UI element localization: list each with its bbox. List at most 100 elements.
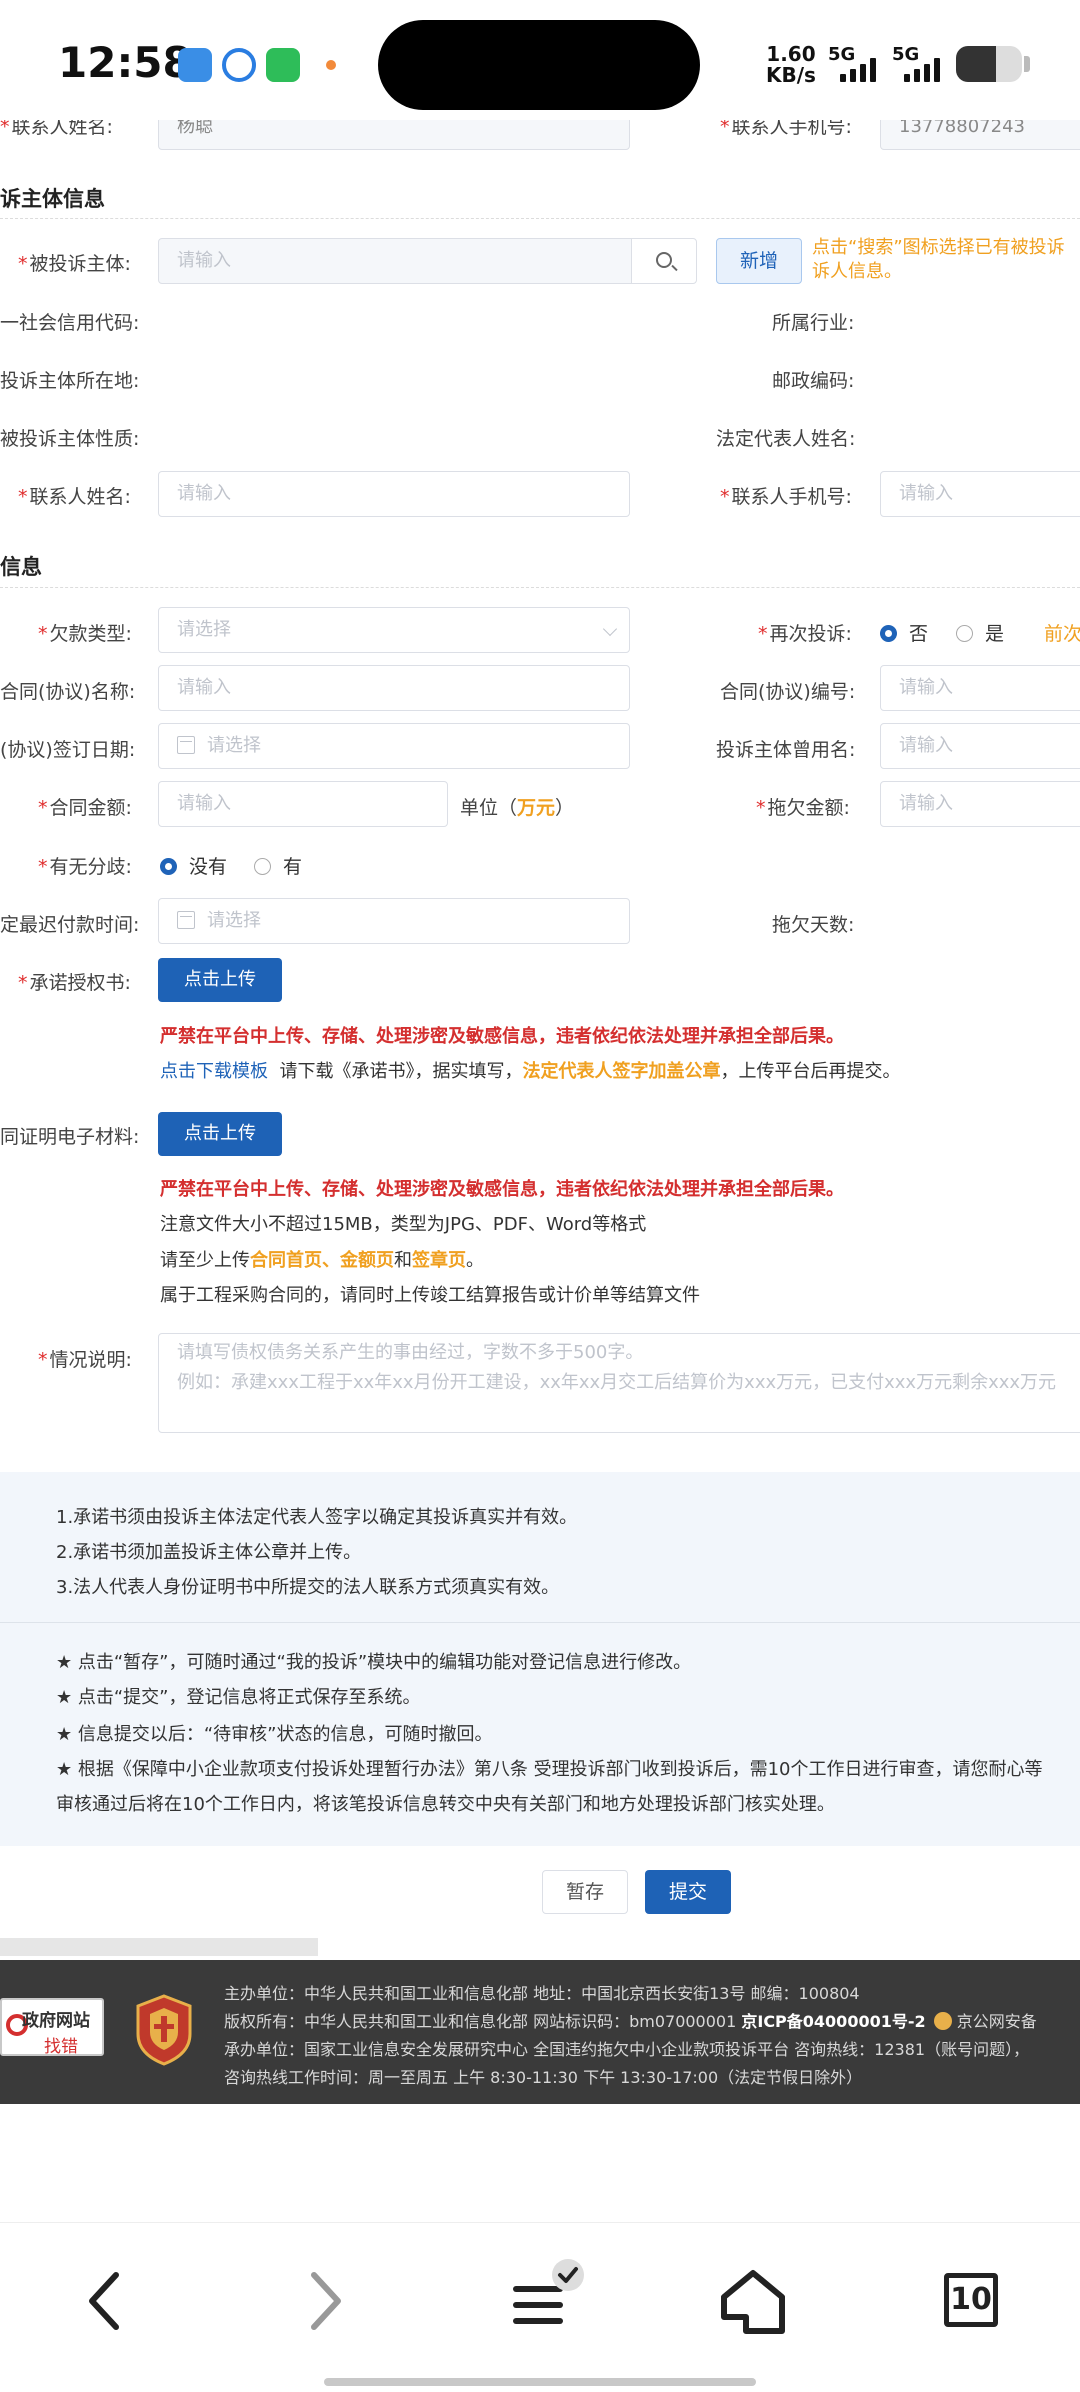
section-divider [0,587,1080,588]
tabs-button[interactable]: 10 [944,2273,998,2327]
contact-name-label: * 联系人姓名: [18,486,131,508]
engineering-note: 属于工程采购合同的，请同时上传竣工结算报告或计价单等结算文件 [160,1285,700,1306]
template-note: 点击下载模板 请下载《承诺书》，据实填写，法定代表人签字加盖公章，上传平台后再提… [160,1061,901,1082]
arrears-type-select[interactable]: 请选择 [158,607,630,653]
search-hint: 点击“搜索”图标选择已有被投诉 诉人信息。 [812,237,1065,282]
owed-amount-input[interactable]: 请输入 [880,781,1080,827]
back-icon[interactable] [84,2269,124,2333]
rule-line: 3.法人代表人身份证明书中所提交的法人联系方式须真实有效。 [56,1577,560,1598]
re-complaint-hint: 前次 [1044,623,1080,645]
clock: 12:58 [58,38,192,87]
owed-amount-label: * 拖欠金额: [756,797,850,819]
party-gov-emblem-icon[interactable] [134,1994,194,2066]
dispute-yes-radio[interactable]: 有 [254,852,302,879]
calendar-icon [177,911,195,929]
arrears-type-label: * 欠款类型: [38,623,132,645]
network-speed: 1.60 KB/s [766,42,816,87]
contact-name-input[interactable]: 请输入 [158,471,630,517]
section-title-arrears: 信息 [0,555,42,579]
contact-phone-input[interactable]: 请输入 [880,471,1080,517]
deadline-picker[interactable]: 请选择 [158,898,630,944]
footer-strip [0,1938,318,1956]
upload-warning: 严禁在平台中上传、存储、处理涉密及敏感信息，违者依纪依法处理并承担全部后果。 [160,1026,844,1047]
notification-icons [178,48,336,82]
submit-button[interactable]: 提交 [645,1870,731,1914]
deadline-label: 定最迟付款时间: [0,914,140,936]
app-notification-icon [178,48,212,82]
tip-line: 审核通过后将在10个工作日内，将该笔投诉信息转交中央有关部门和地方处理投诉部门核… [56,1794,835,1815]
nature-label: 被投诉主体性质: [0,428,140,450]
contract-amount-label: * 合同金额: [38,797,132,819]
legal-rep-label: 法定代表人姓名: [716,428,856,450]
gov-site-error-badge[interactable]: 政府网站 找错 [0,1998,104,2057]
home-icon[interactable] [718,2267,788,2337]
contract-name-input[interactable]: 请输入 [158,665,630,711]
add-subject-button[interactable]: 新增 [716,238,802,284]
app-notification-icon [222,48,256,82]
contact-phone-label: * 联系人手机号: [720,486,852,508]
subject-label: * 被投诉主体: [18,253,131,275]
contract-no-input[interactable]: 请输入 [880,665,1080,711]
credit-code-label: 一社会信用代码: [0,312,140,334]
dispute-label: * 有无分歧: [38,856,132,878]
re-complaint-no-radio[interactable]: 否 [880,619,928,646]
sign-date-picker[interactable]: 请选择 [158,723,630,769]
upload-pages-note: 请至少上传合同首页、金额页和签章页。 [160,1250,484,1271]
dispute-no-radio[interactable]: 没有 [160,852,227,879]
tip-line: ★ 根据《保障中小企业款项支付投诉处理暂行办法》第八条 受理投诉部门收到投诉后，… [56,1759,1043,1780]
contract-amount-input[interactable]: 请输入 [158,781,448,827]
description-label: * 情况说明: [38,1349,132,1371]
upload-warning-2: 严禁在平台中上传、存储、处理涉密及敏感信息，违者依纪依法处理并承担全部后果。 [160,1179,844,1200]
re-complaint-label: * 再次投诉: [758,623,852,645]
site-footer: 政府网站 找错 主办单位：中华人民共和国工业和信息化部 地址：中国北京西长安街1… [0,1960,1080,2104]
tip-line: ★ 点击“暂存”，可随时通过“我的投诉”模块中的编辑功能对登记信息进行修改。 [56,1652,692,1673]
police-badge-icon [933,2012,952,2030]
description-textarea[interactable]: 请填写债权债务关系产生的事由经过，字数不多于500字。 例如：承建xxx工程于xx… [158,1333,1080,1433]
signal-icon [840,56,876,82]
status-bar: 12:58 1.60 KB/s 5G 5G [0,0,1080,120]
file-size-note: 注意文件大小不超过15MB，类型为JPG、PDF、Word等格式 [160,1214,647,1235]
signal-icon [904,56,940,82]
postal-code-label: 邮政编码: [772,370,855,392]
section-divider [0,218,1080,219]
used-name-input[interactable]: 请输入 [880,723,1080,769]
contract-name-label: 合同(协议)名称: [0,681,136,703]
chevron-down-icon [602,621,618,637]
location-label: 投诉主体所在地: [0,370,140,392]
rule-line: 2.承诺书须加盖投诉主体公章并上传。 [56,1542,362,1563]
battery-icon [956,46,1022,82]
subject-search-button[interactable] [631,238,697,284]
forward-icon[interactable] [306,2269,346,2333]
footer-line-3: 承办单位：国家工业信息安全发展研究中心 全国违约拖欠中小企业款项投诉平台 咨询热… [224,2040,1030,2059]
footer-line-2: 版权所有：中华人民共和国工业和信息化部 网站标识码：bm07000001 京IC… [224,2012,1037,2031]
tip-line: ★ 信息提交以后：“待审核”状态的信息，可随时撤回。 [56,1724,493,1745]
evidence-label: 同证明电子材料: [0,1126,140,1148]
app-notification-icon [266,48,300,82]
calendar-icon [177,736,195,754]
camera-cutout [378,20,700,110]
app-notification-icon [326,60,336,70]
commitment-label: * 承诺授权书: [18,972,131,994]
re-complaint-yes-radio[interactable]: 是 [956,619,1004,646]
subject-input[interactable]: 请输入 [158,238,632,284]
contract-no-label: 合同(协议)编号: [720,681,856,703]
overdue-days-label: 拖欠天数: [772,914,855,936]
complaint-form-page: * 联系人姓名: 杨聪 * 联系人手机号: 13778807243 诉主体信息 * 被… [0,0,1080,2392]
amount-unit: 单位（万元） [460,797,575,819]
search-icon [656,252,672,268]
upload-commitment-button[interactable]: 点击上传 [158,958,282,1002]
rule-line: 1.承诺书须由投诉主体法定代表人签字以确定其投诉真实并有效。 [56,1507,578,1528]
panel-divider [0,1622,1080,1623]
battery-cap [1024,56,1030,72]
menu-icon[interactable] [510,2259,590,2339]
tip-line: ★ 点击“提交”，登记信息将正式保存至系统。 [56,1687,421,1708]
upload-evidence-button[interactable]: 点击上传 [158,1112,282,1156]
footer-line-4: 咨询热线工作时间：周一至周五 上午 8:30-11:30 下午 13:30-17… [224,2068,863,2087]
section-title-complained-party: 诉主体信息 [0,187,105,211]
save-draft-button[interactable]: 暂存 [542,1870,628,1914]
browser-nav-bar: 10 [0,2222,1080,2392]
footer-line-1: 主办单位：中华人民共和国工业和信息化部 地址：中国北京西长安街13号 邮编：10… [224,1984,860,2003]
home-indicator [324,2378,756,2386]
download-template-link[interactable]: 点击下载模板 [160,1061,268,1082]
industry-label: 所属行业: [772,312,855,334]
